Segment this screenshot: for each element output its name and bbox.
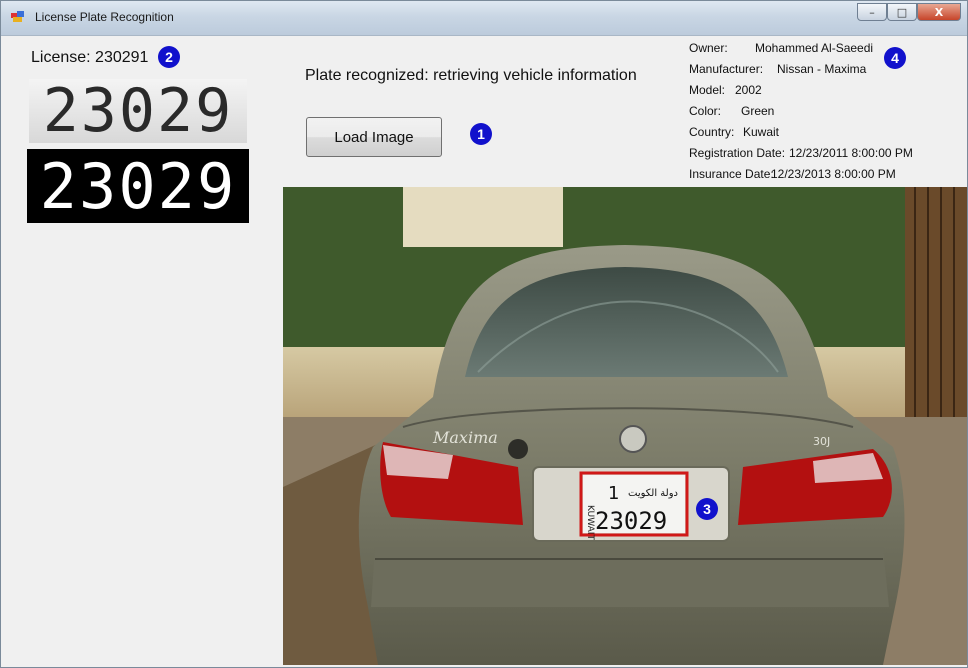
owner-row: Owner: Mohammed Al-Saeedi [689, 41, 913, 62]
manufacturer-label: Manufacturer: [689, 62, 764, 76]
insurance-row: Insurance Date:12/23/2013 8:00:00 PM [689, 167, 913, 188]
plate-top-digit: 1 [608, 483, 619, 504]
badge-3: 3 [703, 501, 711, 517]
car-photo-drawing: Maxima 30J KUWAIT 1 دولة الكويت 23029 3 [283, 187, 967, 665]
maximize-button[interactable]: □ [887, 3, 917, 21]
model-row: Model: 2002 [689, 83, 913, 104]
manufacturer-value: Nissan - Maxima [777, 62, 867, 76]
owner-label: Owner: [689, 41, 728, 55]
trunk-badge: Maxima [432, 428, 498, 447]
owner-value: Mohammed Al-Saeedi [755, 41, 874, 55]
plate-arabic-text: دولة الكويت [628, 488, 678, 499]
country-value: Kuwait [743, 125, 780, 139]
minimize-button[interactable]: – [857, 3, 887, 21]
load-image-button[interactable]: Load Image [306, 117, 442, 157]
model-value: 2002 [735, 83, 762, 97]
plate-crop-gray: 23029 [29, 79, 247, 143]
status-text: Plate recognized: retrieving vehicle inf… [305, 67, 637, 84]
minimize-icon: – [869, 5, 875, 19]
close-button[interactable]: X [917, 3, 961, 21]
registration-label: Registration Date: [689, 146, 786, 160]
plate-side-text: KUWAIT [585, 505, 595, 540]
manufacturer-row: Manufacturer: Nissan - Maxima [689, 62, 913, 83]
insurance-label: Insurance Date: [689, 167, 774, 181]
insurance-value: 12/23/2013 8:00:00 PM [771, 167, 896, 181]
color-value: Green [741, 104, 775, 118]
trunk-trim: 30J [813, 435, 830, 448]
model-label: Model: [689, 83, 726, 97]
country-row: Country: Kuwait [689, 125, 913, 146]
app-icon [11, 11, 24, 22]
car-photo: Maxima 30J KUWAIT 1 دولة الكويت 23029 3 [283, 187, 967, 665]
registration-row: Registration Date: 12/23/2011 8:00:00 PM [689, 146, 913, 167]
vehicle-info-panel: Owner: Mohammed Al-Saeedi Manufacturer: Ni… [689, 41, 913, 188]
badge-1: 1 [470, 123, 492, 145]
license-label: License: 230291 [31, 49, 149, 66]
badge-4: 4 [884, 47, 906, 69]
plate-crop-binary: 23029 [27, 149, 249, 223]
color-row: Color: Green [689, 104, 913, 125]
color-label: Color: [689, 104, 722, 118]
maximize-icon: □ [896, 5, 908, 19]
app-window: License Plate Recognition – □ X License:… [0, 0, 968, 668]
badge-2: 2 [158, 46, 180, 68]
close-icon: X [934, 5, 944, 19]
window-title: License Plate Recognition [35, 10, 174, 24]
title-bar[interactable]: License Plate Recognition – □ X [1, 1, 967, 36]
plate-number-text: 23029 [595, 507, 667, 535]
country-label: Country: [689, 125, 735, 139]
registration-value: 12/23/2011 8:00:00 PM [789, 146, 913, 160]
window-controls: – □ X [857, 3, 961, 21]
